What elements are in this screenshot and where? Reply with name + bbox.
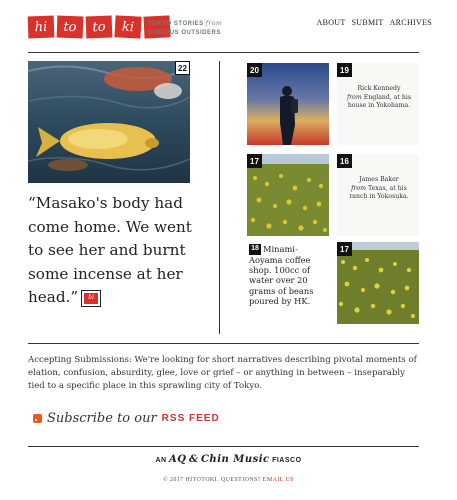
tagline-line2: CURIOUS OUTSIDERS (148, 30, 221, 36)
credit-aq[interactable]: AQ (169, 454, 186, 465)
story-number-badge: 20 (247, 63, 262, 77)
author-name: James Baker (359, 176, 399, 183)
story-number-badge: 16 (337, 154, 352, 168)
footer-credit: AN AQ & Chin Music FIASCO (0, 454, 457, 465)
story-number-badge: 17 (337, 242, 352, 256)
submissions-blurb: Accepting Submissions: We're looking for… (28, 355, 417, 391)
author-name: Rick Kennedy (357, 85, 401, 92)
koi-photo (28, 61, 190, 183)
main-nav: ABOUT SUBMIT ARCHIVES (317, 18, 433, 27)
logo-box: to (56, 15, 84, 39)
hitotoki-stamp-icon: hi (81, 289, 102, 307)
logo-box: hi (27, 15, 55, 39)
copyright-text: © 2017 HITOTOKI. QUESTIONS? (163, 477, 261, 483)
feature-image[interactable] (28, 61, 190, 183)
column-divider (219, 61, 220, 334)
story-number-badge: 19 (337, 63, 352, 77)
author-info: James Baker from Texas, at his ranch in … (343, 176, 415, 202)
rss-icon[interactable] (33, 414, 42, 423)
author-info: Rick Kennedy from England, at his house … (343, 85, 415, 111)
story-tile[interactable]: 17 (247, 154, 329, 236)
copyright: © 2017 HITOTOKI. QUESTIONS? EMAIL US (0, 477, 457, 483)
tagline-from: from (205, 20, 223, 27)
subscribe-text: Subscribe to our (47, 411, 157, 426)
author-from: from (351, 184, 366, 192)
logo-box: to (85, 15, 113, 39)
logo-box: ki (114, 15, 142, 39)
credit-amp: & (188, 454, 199, 465)
nav-archives-link[interactable]: ARCHIVES (390, 18, 432, 27)
story-number-badge: 17 (247, 154, 262, 168)
rss-feed-link[interactable]: RSS FEED (162, 413, 220, 424)
story-number-badge: 18 (249, 244, 261, 255)
feature-quote[interactable]: “Masako's body had come home. We went to… (28, 192, 208, 310)
nav-about-link[interactable]: ABOUT (317, 18, 346, 27)
credit-chin-music[interactable]: Chin Music (201, 454, 270, 465)
story-tile[interactable]: 16 James Baker from Texas, at his ranch … (337, 154, 419, 236)
email-us-link[interactable]: EMAIL US (263, 477, 294, 483)
nav-submit-link[interactable]: SUBMIT (352, 18, 384, 27)
author-from: from (346, 93, 362, 101)
stamp-text: hi (84, 292, 99, 304)
story-tile[interactable]: 20 (247, 63, 329, 145)
story-tile[interactable]: 18 Minami-Aoyama coffee shop. 100cc of wa… (247, 242, 329, 324)
story-number-badge: 22 (175, 61, 190, 75)
tile-quote: 18 Minami-Aoyama coffee shop. 100cc of wa… (249, 244, 327, 306)
footer-divider (28, 446, 419, 447)
credit-suffix: FIASCO (272, 457, 302, 464)
story-tile[interactable]: 19 Rick Kennedy from England, at his hou… (337, 63, 419, 145)
site-tagline: TOKYO STORIES from CURIOUS OUTSIDERS (148, 19, 222, 38)
tagline-line1: TOKYO STORIES (148, 21, 204, 27)
story-tile[interactable]: 17 (337, 242, 419, 324)
feature-quote-text: “Masako's body had come home. We went to… (28, 194, 192, 306)
header-divider (28, 52, 419, 53)
section-divider (28, 343, 419, 344)
credit-prefix: AN (155, 457, 167, 464)
subscribe-row: Subscribe to our RSS FEED (33, 411, 220, 426)
site-header: hi to to ki TOKYO STORIES from CURIOUS O… (27, 14, 433, 46)
